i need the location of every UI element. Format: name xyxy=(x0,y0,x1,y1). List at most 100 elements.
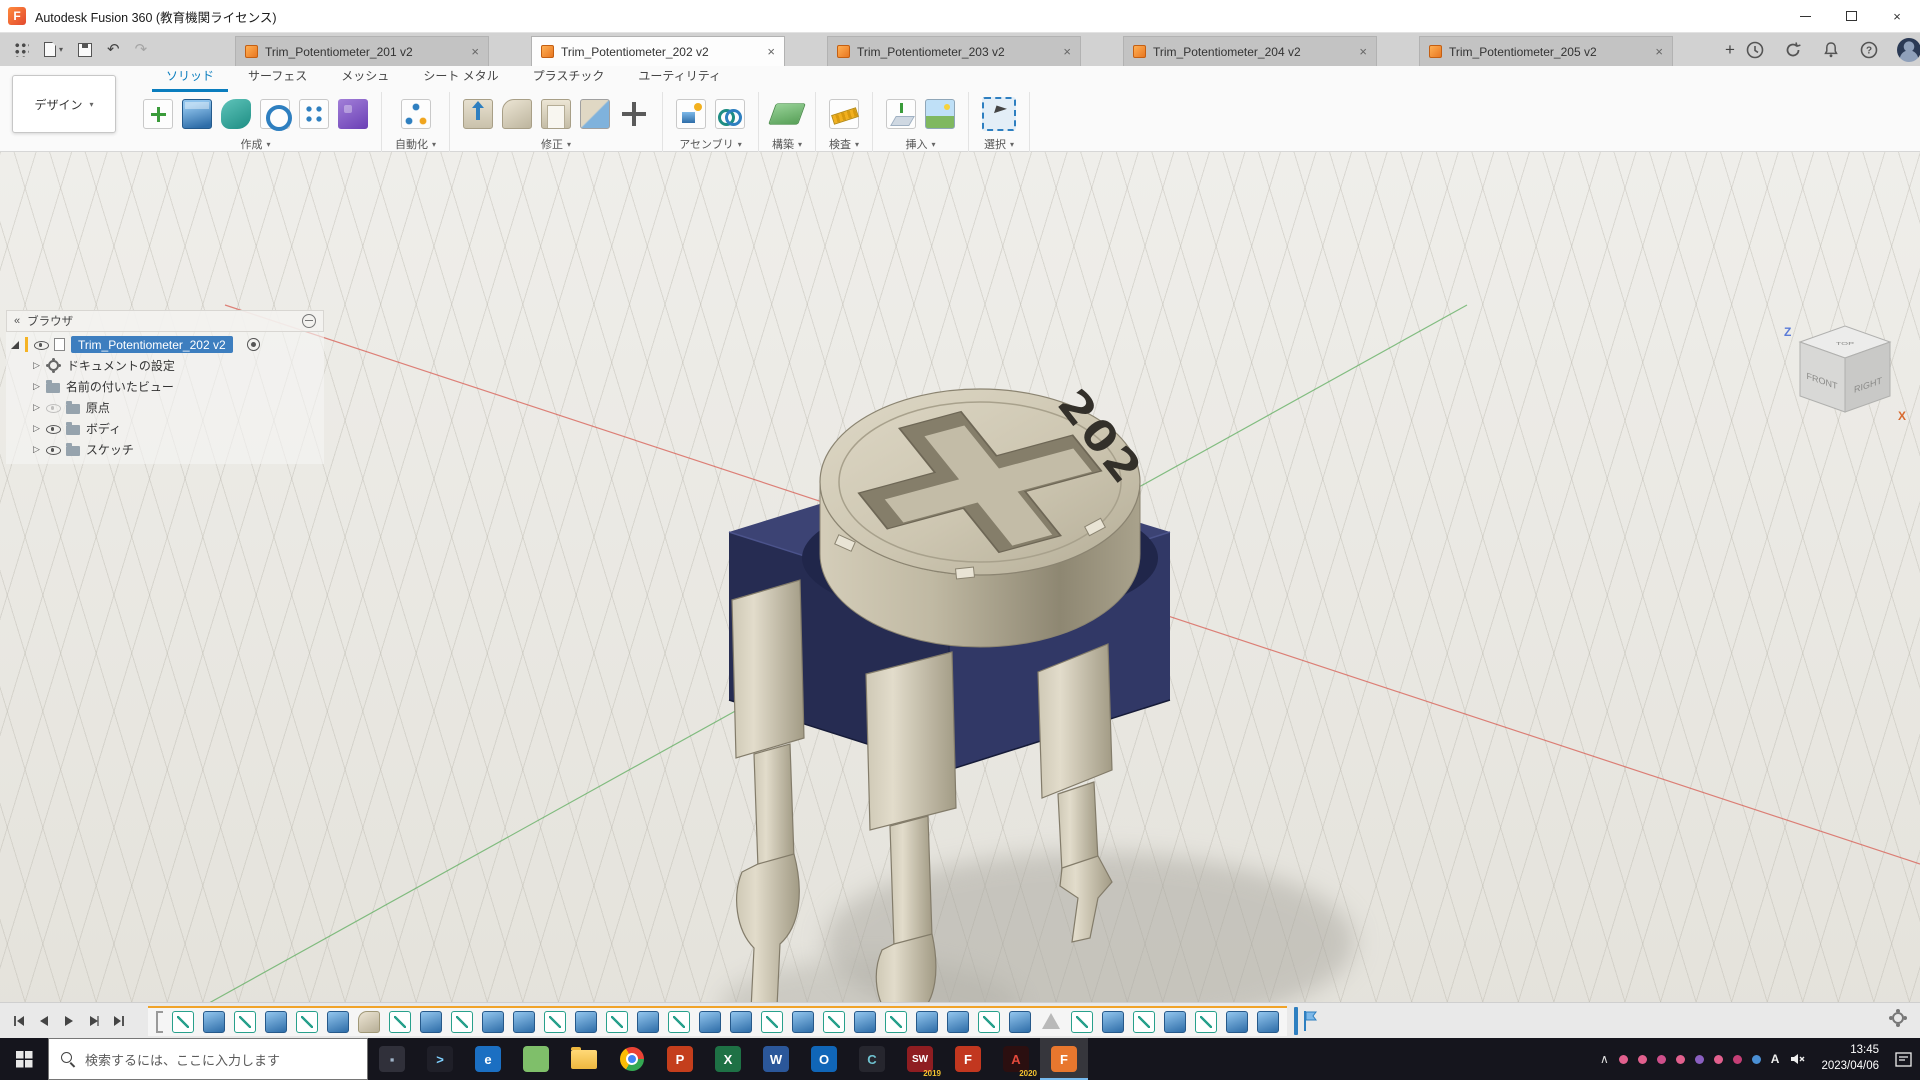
document-tab[interactable]: Trim_Potentiometer_201 v2× xyxy=(235,36,489,66)
autocad-2020-taskbar-icon[interactable]: A2020 xyxy=(992,1038,1040,1080)
shell-icon[interactable] xyxy=(541,99,571,129)
tray-app-icon[interactable] xyxy=(1619,1055,1628,1064)
combine-icon[interactable] xyxy=(580,99,610,129)
timeline-sketch-feature-icon[interactable] xyxy=(1071,1011,1093,1033)
timeline-extrude-feature-icon[interactable] xyxy=(265,1011,287,1033)
display-settings-toggle-icon[interactable] xyxy=(302,314,316,328)
timeline-extrude-feature-icon[interactable] xyxy=(327,1011,349,1033)
fillet-icon[interactable] xyxy=(502,99,532,129)
timeline-go-to-end-button[interactable] xyxy=(109,1011,129,1031)
tray-app-icon[interactable] xyxy=(1657,1055,1666,1064)
redo-button[interactable]: ↷ xyxy=(135,42,148,57)
ribbon-tab-0[interactable]: ソリッド xyxy=(152,63,228,92)
timeline-extrude-feature-icon[interactable] xyxy=(513,1011,535,1033)
browser-item[interactable]: ▷ドキュメントの設定 xyxy=(6,355,324,376)
help-icon[interactable]: ? xyxy=(1859,40,1879,60)
timeline-sketch-feature-icon[interactable] xyxy=(172,1011,194,1033)
expanded-arrow-icon[interactable] xyxy=(11,341,19,349)
timeline-sketch-feature-icon[interactable] xyxy=(761,1011,783,1033)
ribbon-tab-5[interactable]: ユーティリティ xyxy=(624,63,735,92)
ime-mode-icon[interactable]: A xyxy=(1771,1052,1780,1066)
taskbar-clock[interactable]: 13:45 2023/04/06 xyxy=(1815,1043,1885,1074)
close-tab-icon[interactable]: × xyxy=(767,44,775,59)
browser-item[interactable]: ▷名前の付いたビュー xyxy=(6,376,324,397)
timeline-extrude-feature-icon[interactable] xyxy=(1009,1011,1031,1033)
visibility-eye-icon[interactable] xyxy=(46,443,60,456)
collapse-panel-icon[interactable]: « xyxy=(14,315,20,327)
browser-root-item[interactable]: Trim_Potentiometer_202 v2 xyxy=(6,334,324,355)
close-tab-icon[interactable]: × xyxy=(471,44,479,59)
timeline-extrude-feature-icon[interactable] xyxy=(1102,1011,1124,1033)
timeline-sketch-feature-icon[interactable] xyxy=(823,1011,845,1033)
insert-mesh-icon[interactable] xyxy=(886,99,916,129)
ribbon-tab-2[interactable]: メッシュ xyxy=(327,63,403,92)
tray-app-icon[interactable] xyxy=(1752,1055,1761,1064)
excel-taskbar-icon[interactable]: X xyxy=(704,1038,752,1080)
visibility-eye-icon[interactable] xyxy=(46,422,60,435)
toolbar-group-label[interactable]: 修正▾ xyxy=(541,136,571,152)
form-icon[interactable] xyxy=(338,99,368,129)
timeline-extrude-feature-icon[interactable] xyxy=(947,1011,969,1033)
timeline-extrude-feature-icon[interactable] xyxy=(1257,1011,1279,1033)
timeline-extrude-feature-icon[interactable] xyxy=(916,1011,938,1033)
timeline-extrude-feature-icon[interactable] xyxy=(792,1011,814,1033)
app-grid-menu-icon[interactable] xyxy=(14,42,29,57)
timeline-step-forward-button[interactable] xyxy=(84,1011,104,1031)
timeline-position-marker[interactable] xyxy=(1294,1007,1298,1035)
sync-icon[interactable] xyxy=(1783,40,1803,60)
timeline-triangle-feature-icon[interactable] xyxy=(1040,1011,1062,1033)
construction-plane-icon[interactable] xyxy=(768,103,806,125)
ribbon-tab-4[interactable]: プラスチック xyxy=(519,63,619,92)
fusion-360-taskbar-icon[interactable]: F xyxy=(1040,1038,1088,1080)
measure-icon[interactable] xyxy=(829,99,859,129)
close-tab-icon[interactable]: × xyxy=(1359,44,1367,59)
potentiometer-body[interactable] xyxy=(729,464,1170,770)
workspace-selector[interactable]: デザイン ▾ xyxy=(12,75,116,133)
pattern-icon[interactable] xyxy=(299,99,329,129)
timeline-end-flag-icon[interactable] xyxy=(1301,1009,1319,1033)
press-pull-icon[interactable] xyxy=(463,99,493,129)
timeline-extrude-feature-icon[interactable] xyxy=(482,1011,504,1033)
automation-icon[interactable] xyxy=(401,99,431,129)
timeline-extrude-feature-icon[interactable] xyxy=(730,1011,752,1033)
timeline-fillet-feature-icon[interactable] xyxy=(358,1011,380,1033)
taskbar-search-input[interactable]: 検索するには、ここに入力します xyxy=(48,1038,368,1080)
canvas-image-icon[interactable] xyxy=(925,99,955,129)
undo-button[interactable]: ↶ xyxy=(107,42,120,57)
timeline-extrude-feature-icon[interactable] xyxy=(203,1011,225,1033)
timeline-sketch-feature-icon[interactable] xyxy=(1195,1011,1217,1033)
timeline-step-back-button[interactable] xyxy=(34,1011,54,1031)
new-component-icon[interactable] xyxy=(676,99,706,129)
notifications-bell-icon[interactable] xyxy=(1821,40,1841,60)
expand-arrow-icon[interactable]: ▷ xyxy=(33,445,40,454)
expand-arrow-icon[interactable]: ▷ xyxy=(33,403,40,412)
close-tab-icon[interactable]: × xyxy=(1655,44,1663,59)
powerpoint-taskbar-icon[interactable]: P xyxy=(656,1038,704,1080)
outlook-taskbar-icon[interactable]: O xyxy=(800,1038,848,1080)
toolbar-group-label[interactable]: 挿入▾ xyxy=(906,136,936,152)
visibility-eye-icon[interactable] xyxy=(46,401,60,414)
revolve-icon[interactable] xyxy=(260,99,290,129)
document-tab[interactable]: Trim_Potentiometer_203 v2× xyxy=(827,36,1081,66)
timeline-extrude-feature-icon[interactable] xyxy=(699,1011,721,1033)
browser-item[interactable]: ▷スケッチ xyxy=(6,439,324,460)
document-tab[interactable]: Trim_Potentiometer_202 v2× xyxy=(531,36,785,66)
minimize-button[interactable] xyxy=(1782,0,1828,33)
browser-item[interactable]: ▷ボディ xyxy=(6,418,324,439)
expand-arrow-icon[interactable]: ▷ xyxy=(33,382,40,391)
timeline-sketch-feature-icon[interactable] xyxy=(1133,1011,1155,1033)
close-tab-icon[interactable]: × xyxy=(1063,44,1071,59)
viewport-canvas[interactable]: 202 Z TOP FRONT RIGHT X xyxy=(0,152,1920,1038)
tray-app-icon[interactable] xyxy=(1638,1055,1647,1064)
maximize-button[interactable] xyxy=(1828,0,1874,33)
timeline-sketch-feature-icon[interactable] xyxy=(978,1011,1000,1033)
expand-arrow-icon[interactable]: ▷ xyxy=(33,424,40,433)
timeline-play-button[interactable] xyxy=(59,1011,79,1031)
file-menu-button[interactable]: ▾ xyxy=(44,42,63,57)
start-button[interactable] xyxy=(0,1038,48,1080)
timeline-sketch-feature-icon[interactable] xyxy=(389,1011,411,1033)
create-sketch-icon[interactable] xyxy=(143,99,173,129)
document-tab[interactable]: Trim_Potentiometer_205 v2× xyxy=(1419,36,1673,66)
timeline-extrude-feature-icon[interactable] xyxy=(1164,1011,1186,1033)
document-tab[interactable]: Trim_Potentiometer_204 v2× xyxy=(1123,36,1377,66)
